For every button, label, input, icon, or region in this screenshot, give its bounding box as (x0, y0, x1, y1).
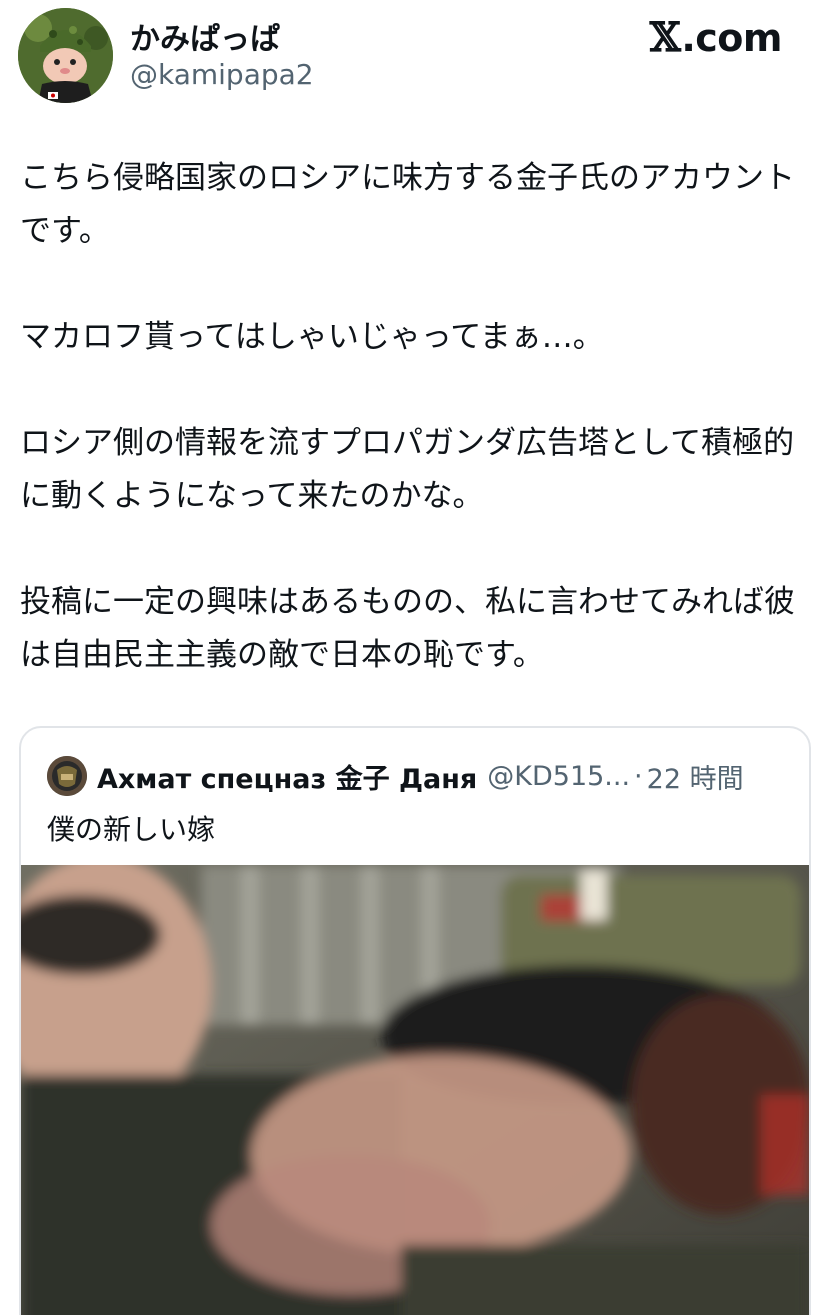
x-logo-icon: 𝕏 (649, 14, 681, 61)
author-handle[interactable]: @kamipapa2 (130, 58, 314, 91)
tweet-paragraph: ロシア側の情報を流すプロパガンダ広告塔として積極的に動くようになって来たのかな。 (20, 425, 795, 514)
dot-separator: · (634, 760, 643, 792)
quoted-tweet-media[interactable] (21, 865, 809, 1315)
quoted-tweet-time[interactable]: 22 時間 (647, 757, 744, 796)
x-com-brand: 𝕏.com (649, 14, 783, 61)
tweet-screenshot: かみぱっぱ @kamipapa2 𝕏.com こちら侵略国家のロシアに味方する金… (0, 0, 828, 1315)
quoted-tweet-text: 僕の新しい嫁 (47, 813, 216, 846)
brand-domain: .com (681, 16, 782, 60)
quoted-author-name[interactable]: Ахмат спецназ 金子 Даня (97, 757, 477, 796)
author-display-name[interactable]: かみぱっぱ (130, 14, 280, 58)
tweet-paragraph: 投稿に一定の興味はあるものの、私に言わせてみれば彼は自由民主主義の敵で日本の恥で… (20, 584, 795, 673)
tweet-paragraph: こちら侵略国家のロシアに味方する金子氏のアカウントです。 (20, 160, 795, 249)
tweet-paragraph: マカロフ貰ってはしゃいじゃってまぁ…。 (20, 319, 604, 355)
video-still-image-icon (21, 865, 809, 1315)
quoted-tweet-card[interactable]: Ахмат спецназ 金子 Даня @KD515... · 22 時間 … (19, 726, 811, 1315)
avatar-image-icon (18, 8, 113, 103)
tweet-text: こちら侵略国家のロシアに味方する金子氏のアカウントです。 マカロフ貰ってはしゃい… (20, 152, 810, 682)
quoted-author-avatar[interactable] (47, 756, 87, 796)
author-avatar[interactable] (18, 8, 113, 103)
patch-emblem-icon (47, 756, 87, 796)
quoted-tweet-header: Ахмат спецназ 金子 Даня @KD515... · 22 時間 (47, 755, 744, 797)
quoted-author-handle[interactable]: @KD515... (487, 761, 630, 792)
